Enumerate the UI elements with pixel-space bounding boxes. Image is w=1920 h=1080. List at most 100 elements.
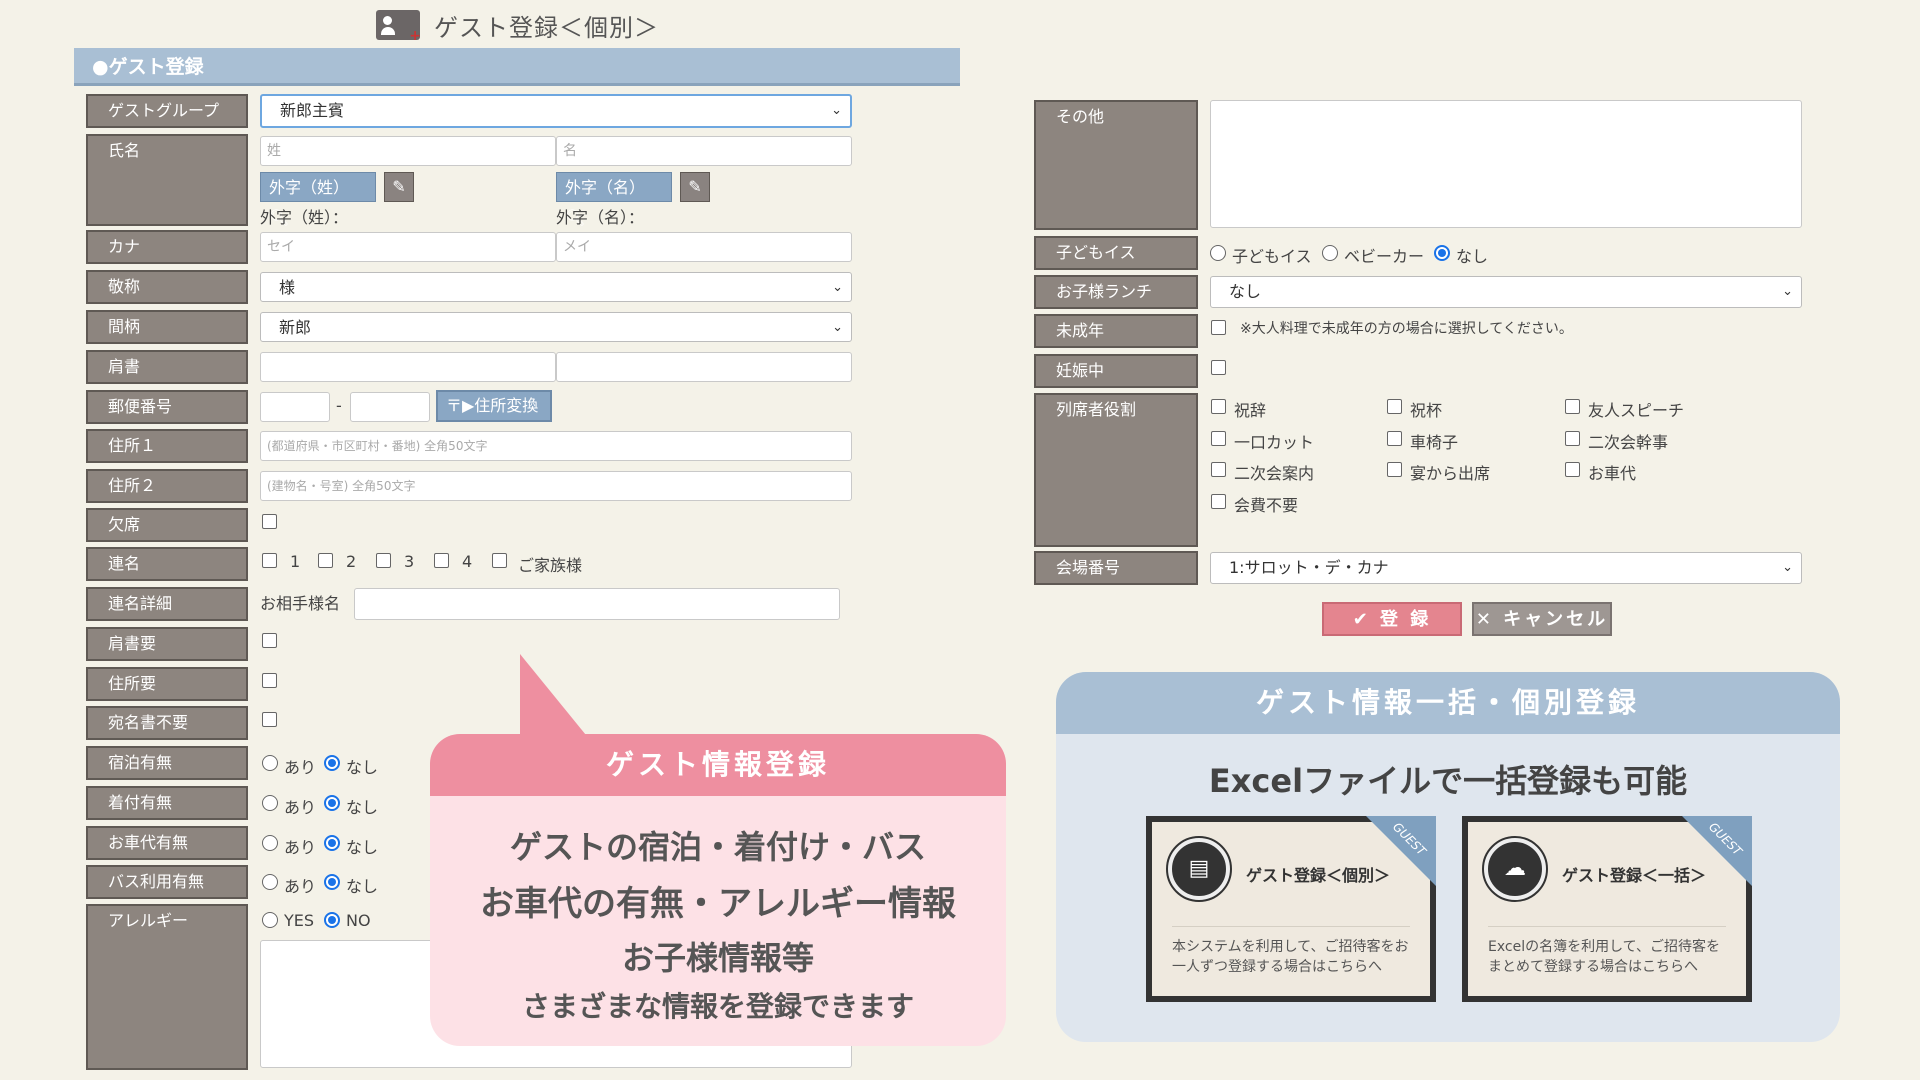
label-group: ゲストグループ xyxy=(86,94,248,128)
pregnant-checkbox[interactable] xyxy=(1211,360,1226,375)
car-fee-radio-ari[interactable] xyxy=(262,835,278,851)
role-checkbox-10[interactable] xyxy=(1211,494,1226,509)
guest-card-icon: ▤ xyxy=(1166,836,1232,902)
role-checkbox-1[interactable] xyxy=(1211,399,1226,414)
mei-input[interactable]: 名 xyxy=(556,136,852,166)
sei-input[interactable]: 姓 xyxy=(260,136,556,166)
other-textarea[interactable] xyxy=(1210,100,1802,228)
title-input-2[interactable] xyxy=(556,352,852,382)
role-label-4: 一口カット xyxy=(1234,433,1315,452)
gaiji-sei-button[interactable]: 外字（姓） 🔍︎ xyxy=(260,172,376,227)
dressing-ari-label: あり xyxy=(284,798,317,817)
joint-option-1: 1 xyxy=(290,552,301,571)
cancel-button[interactable]: ✕ キャンセル xyxy=(1472,602,1612,636)
bulk-register-promo: ゲスト情報一括・個別登録 Excelファイルで一括登録も可能 ▤ ゲスト登録＜個… xyxy=(1056,672,1840,1042)
label-honorific: 敬称 xyxy=(86,270,248,304)
guest-group-value: 新郎主賓 xyxy=(280,101,345,120)
guest-group-select[interactable]: 新郎主賓 ⌄ xyxy=(260,94,852,128)
partner-name-input[interactable] xyxy=(354,588,840,620)
label-allergy: アレルギー xyxy=(86,904,248,1070)
venue-select[interactable]: 1:サロット・デ・カナ ⌄ xyxy=(1210,552,1802,584)
label-absence: 欠席 xyxy=(86,508,248,542)
address-needed-checkbox[interactable] xyxy=(262,673,277,688)
title-needed-checkbox[interactable] xyxy=(262,633,277,648)
guest-register-individual-card[interactable]: ▤ ゲスト登録＜個別＞ 本システムを利用して、ご招待客をお一人ずつ登録する場合は… xyxy=(1146,816,1436,1002)
label-minor: 未成年 xyxy=(1034,314,1198,348)
allergy-radio-yes[interactable] xyxy=(262,912,278,928)
kana-sei-input[interactable]: セイ xyxy=(260,232,556,262)
role-checkbox-3[interactable] xyxy=(1565,399,1580,414)
child-chair-radio-chair[interactable] xyxy=(1210,245,1226,261)
lodging-radio-nashi[interactable] xyxy=(324,755,340,771)
minor-note: ※大人料理で未成年の方の場合に選択してください。 xyxy=(1240,321,1573,337)
guest-register-bulk-card[interactable]: ☁ ゲスト登録＜一括＞ Excelの名簿を利用して、ご招待客をまとめて登録する場… xyxy=(1462,816,1752,1002)
role-checkbox-9[interactable] xyxy=(1565,462,1580,477)
dressing-radio-nashi[interactable] xyxy=(324,795,340,811)
car-fee-nashi-label: なし xyxy=(346,838,379,857)
label-dressing: 着付有無 xyxy=(86,786,248,820)
child-chair-option-chair: 子どもイス xyxy=(1232,247,1312,266)
joint-checkbox-4[interactable] xyxy=(434,553,449,568)
guest-card-icon: + xyxy=(376,10,421,44)
absence-checkbox[interactable] xyxy=(262,514,277,529)
allergy-no-label: NO xyxy=(346,911,371,930)
no-addressee-checkbox[interactable] xyxy=(262,712,277,727)
label-zip: 郵便番号 xyxy=(86,390,248,424)
promo-line-3: お子様情報等 xyxy=(621,939,814,977)
joint-checkbox-2[interactable] xyxy=(318,553,333,568)
lodging-radio-ari[interactable] xyxy=(262,755,278,771)
allergy-radio-no[interactable] xyxy=(324,912,340,928)
label-kana: カナ xyxy=(86,230,248,264)
chevron-down-icon: ⌄ xyxy=(1782,284,1793,299)
bus-radio-nashi[interactable] xyxy=(324,874,340,890)
gaiji-mei-button[interactable]: 外字（名） 🔍︎ xyxy=(556,172,672,227)
label-relation: 間柄 xyxy=(86,310,248,344)
label-name: 氏名 xyxy=(86,134,248,226)
venue-value: 1:サロット・デ・カナ xyxy=(1229,558,1389,577)
role-checkbox-4[interactable] xyxy=(1211,431,1226,446)
gaiji-mei-button-label: 外字（名） xyxy=(565,178,646,197)
kana-mei-input[interactable]: メイ xyxy=(556,232,852,262)
zip-input-1[interactable] xyxy=(260,392,330,422)
role-checkbox-7[interactable] xyxy=(1211,462,1226,477)
register-button[interactable]: ✔ 登 録 xyxy=(1322,602,1462,636)
car-fee-ari-label: あり xyxy=(284,838,317,857)
address-convert-button[interactable]: 〒▶住所変換 xyxy=(436,390,552,422)
guest-info-promo-body: ゲストの宿泊・着付け・バス お車代の有無・アレルギー情報 お子様情報等 さまざま… xyxy=(430,822,1006,1025)
label-title: 肩書 xyxy=(86,350,248,384)
zip-input-2[interactable] xyxy=(350,392,430,422)
title-input-1[interactable] xyxy=(260,352,556,382)
kids-lunch-select[interactable]: なし ⌄ xyxy=(1210,276,1802,308)
honorific-select[interactable]: 様 ⌄ xyxy=(260,272,852,302)
address1-input[interactable]: (都道府県・市区町村・番地) 全角50文字 xyxy=(260,431,852,461)
role-checkbox-6[interactable] xyxy=(1565,431,1580,446)
dressing-radio-ari[interactable] xyxy=(262,795,278,811)
chevron-down-icon: ⌄ xyxy=(832,280,843,295)
child-chair-radio-stroller[interactable] xyxy=(1322,245,1338,261)
label-pregnant: 妊娠中 xyxy=(1034,354,1198,388)
bus-radio-ari[interactable] xyxy=(262,874,278,890)
child-chair-option-none: なし xyxy=(1456,247,1489,266)
label-no-addressee: 宛名書不要 xyxy=(86,706,248,740)
label-address-needed: 住所要 xyxy=(86,667,248,701)
chevron-down-icon: ⌄ xyxy=(831,103,842,118)
guest-info-promo: ゲスト情報登録 ゲストの宿泊・着付け・バス お車代の有無・アレルギー情報 お子様… xyxy=(430,734,1006,1046)
guest-info-promo-title: ゲスト情報登録 xyxy=(430,734,1006,796)
car-fee-radio-nashi[interactable] xyxy=(324,835,340,851)
card-individual-desc: 本システムを利用して、ご招待客をお一人ずつ登録する場合はこちらへ xyxy=(1172,926,1410,977)
eraser-icon[interactable]: ✎ xyxy=(384,172,414,202)
eraser-icon[interactable]: ✎ xyxy=(680,172,710,202)
joint-checkbox-1[interactable] xyxy=(262,553,277,568)
card-bulk-desc: Excelの名簿を利用して、ご招待客をまとめて登録する場合はこちらへ xyxy=(1488,926,1726,977)
role-checkbox-8[interactable] xyxy=(1387,462,1402,477)
joint-checkbox-family[interactable] xyxy=(492,553,507,568)
role-label-10: 会費不要 xyxy=(1234,496,1299,515)
minor-checkbox[interactable] xyxy=(1211,320,1226,335)
page-title-text: ゲスト登録＜個別＞ xyxy=(434,13,659,42)
role-checkbox-2[interactable] xyxy=(1387,399,1402,414)
relation-select[interactable]: 新郎 ⌄ xyxy=(260,312,852,342)
address2-input[interactable]: (建物名・号室) 全角50文字 xyxy=(260,471,852,501)
child-chair-radio-none[interactable] xyxy=(1434,245,1450,261)
joint-checkbox-3[interactable] xyxy=(376,553,391,568)
role-checkbox-5[interactable] xyxy=(1387,431,1402,446)
